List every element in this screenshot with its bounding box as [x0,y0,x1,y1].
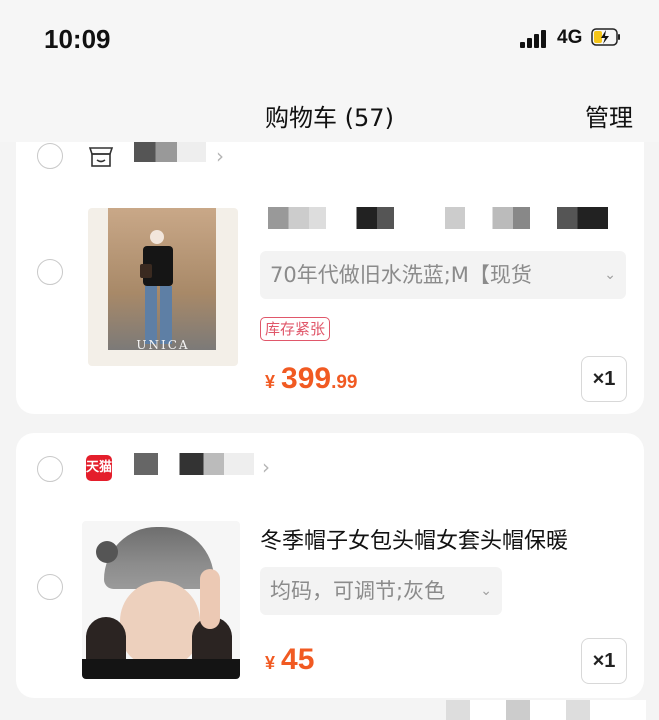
page-title: 购物车 (57) [265,104,394,132]
stock-tag: 库存紧张 [260,317,331,341]
store-name-redacted [134,453,254,475]
cart-item-card: 天猫 › 冬季帽子女包头帽女套头帽保暖 均码，可调节;灰色 ⌄ ¥45 ×1 [16,433,644,698]
status-bar: 10:09 4G [0,0,659,80]
chevron-down-icon: ⌄ [604,267,616,283]
battery-charging-icon [591,28,620,46]
currency-symbol: ¥ [265,653,276,673]
chevron-right-icon[interactable]: › [216,144,224,168]
chevron-right-icon[interactable]: › [262,455,270,479]
manage-button[interactable]: 管理 [585,98,633,133]
price-integer: 45 [281,643,315,676]
store-select-radio[interactable] [37,456,63,482]
chevron-down-icon: ⌄ [480,583,492,599]
cellular-signal-icon [520,30,550,48]
store-select-radio[interactable] [37,143,63,169]
store-name-redacted [134,140,206,162]
product-title-redacted [268,207,608,229]
sku-selector[interactable]: 70年代做旧水洗蓝;M【现货 ⌄ [260,251,626,299]
quantity-button[interactable]: ×1 [581,356,627,402]
price: ¥45 [265,643,314,677]
quantity-button[interactable]: ×1 [581,638,627,684]
status-time: 10:09 [44,24,111,54]
cart-item-card: › UNICA 70年代做旧水洗蓝;M【现货 ⌄ 库存紧张 ¥399.99 ×1 [16,120,644,414]
store-icon [88,147,114,167]
price: ¥399.99 [265,362,358,396]
tmall-badge-text: 天猫 [86,460,113,475]
price-decimal: .99 [331,372,358,393]
sku-text: 均码，可调节;灰色 [270,579,446,603]
item-select-radio[interactable] [37,574,63,600]
tmall-icon: 天猫 [86,455,112,481]
sku-text: 70年代做旧水洗蓝;M【现货 [270,263,532,287]
product-title[interactable]: 冬季帽子女包头帽女套头帽保暖 [260,523,568,555]
image-watermark: UNICA [136,338,190,352]
item-select-radio[interactable] [37,259,63,285]
product-image[interactable]: UNICA [88,208,238,366]
redacted-strip [446,700,646,720]
product-image[interactable] [82,521,240,679]
sku-selector[interactable]: 均码，可调节;灰色 ⌄ [260,567,502,615]
currency-symbol: ¥ [265,372,276,392]
nav-bar: 购物车 (57) 管理 [0,80,659,142]
network-label: 4G [557,27,583,48]
price-integer: 399 [281,362,332,395]
